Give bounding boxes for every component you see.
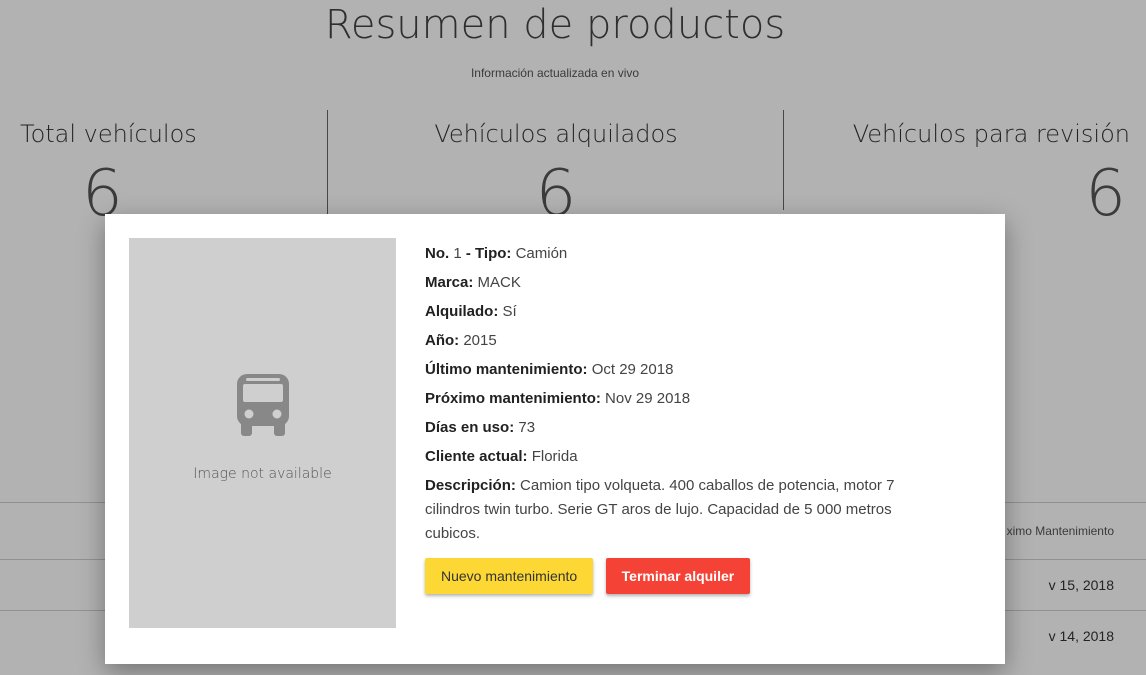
detail-number-type: No. 1 - Tipo: Camión [425,242,945,266]
vehicle-detail-modal: Image not available No. 1 - Tipo: Camión… [105,214,1005,664]
detail-value: 1 [453,245,462,262]
new-maintenance-button[interactable]: Nuevo mantenimiento [425,558,594,594]
detail-value: 2015 [463,332,497,349]
detail-next-maintenance: Próximo mantenimiento: Nov 29 2018 [425,387,945,411]
detail-label: Alquilado: [425,303,499,320]
detail-value: Oct 29 2018 [591,361,674,378]
detail-value: 73 [518,419,536,436]
detail-last-maintenance: Último mantenimiento: Oct 29 2018 [425,358,945,382]
detail-label: Año: [425,332,460,349]
detail-value: Nov 29 2018 [605,390,691,407]
detail-value: Sí [502,303,517,320]
detail-label: Descripción: [425,477,516,494]
detail-value: Camión [515,245,568,262]
vehicle-details: No. 1 - Tipo: Camión Marca: MACK Alquila… [425,242,945,594]
detail-label: Días en uso: [425,419,515,436]
detail-label: No. [425,245,450,262]
detail-label: - Tipo: [465,245,512,262]
detail-description: Descripción: Camion tipo volqueta. 400 c… [425,474,945,546]
detail-label: Próximo mantenimiento: [425,390,601,407]
detail-value: MACK [477,274,521,291]
detail-year: Año: 2015 [425,329,945,353]
detail-label: Marca: [425,274,474,291]
detail-label: Cliente actual: [425,448,528,465]
bus-icon [237,374,289,436]
detail-current-client: Cliente actual: Florida [425,445,945,469]
detail-label: Último mantenimiento: [425,361,588,378]
detail-brand: Marca: MACK [425,271,945,295]
detail-rented: Alquilado: Sí [425,300,945,324]
vehicle-image-placeholder: Image not available [129,238,396,628]
end-rental-button[interactable]: Terminar alquiler [605,558,751,594]
image-not-available-text: Image not available [193,466,332,482]
detail-days-in-use: Días en uso: 73 [425,416,945,440]
detail-value: Florida [531,448,578,465]
modal-actions: Nuevo mantenimiento Terminar alquiler [425,558,945,594]
